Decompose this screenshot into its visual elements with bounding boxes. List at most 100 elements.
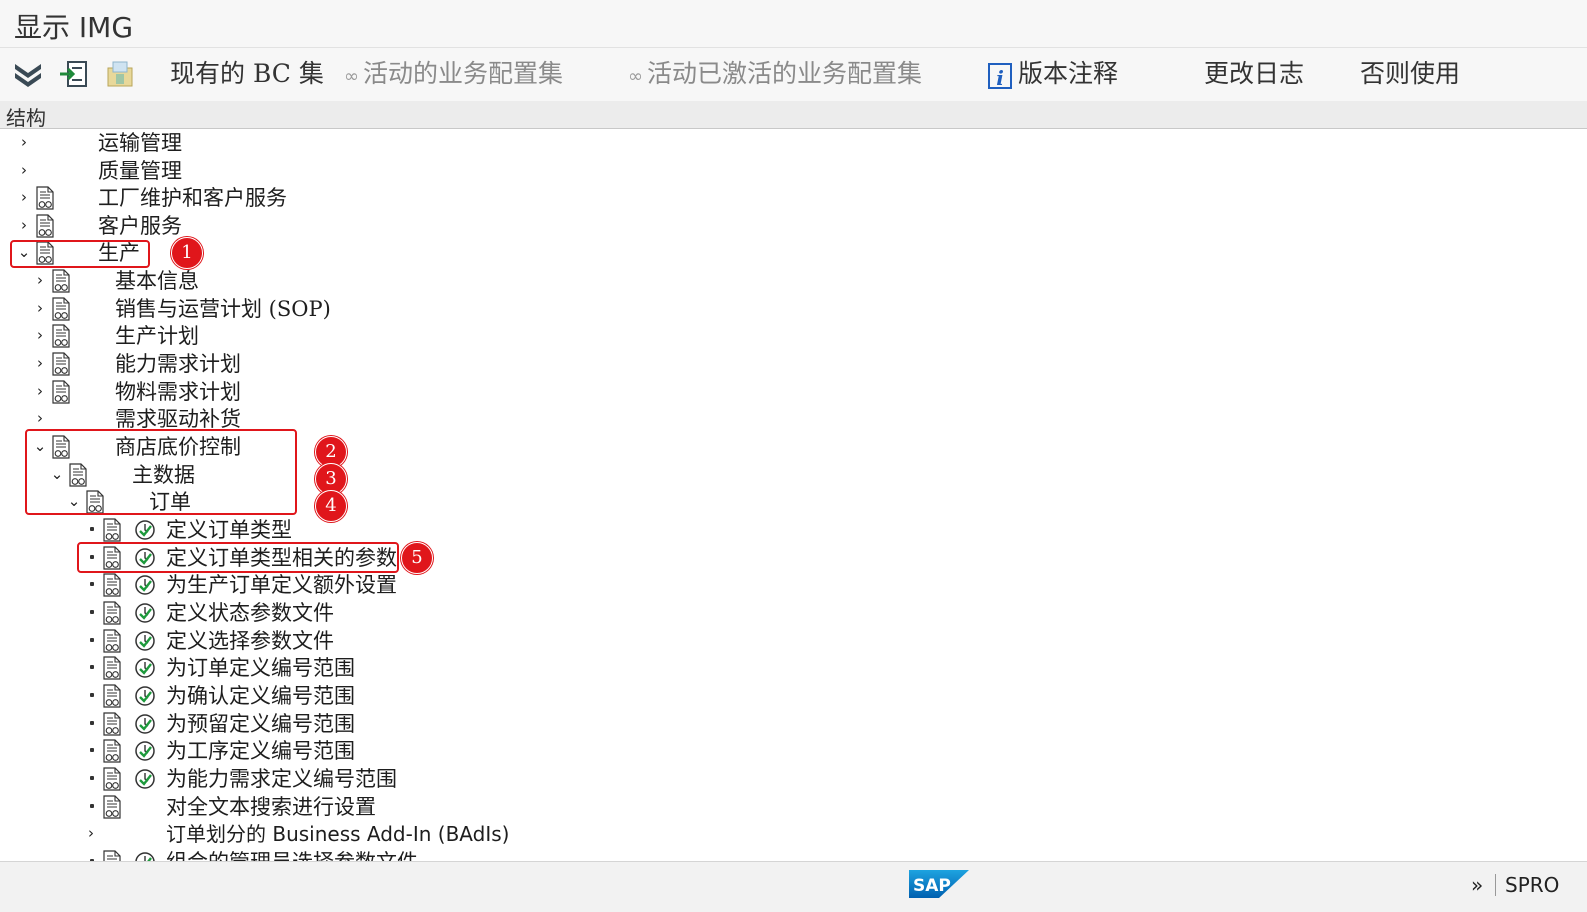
tree-leaf[interactable]: 对全文本搜索进行设置 (0, 794, 1587, 821)
execute-activity-icon[interactable] (134, 574, 156, 596)
double-chevron-down-icon[interactable] (12, 58, 44, 90)
tree-node[interactable]: › 订单划分的 Business Add-In (BAdIs) (0, 821, 1587, 848)
documentation-icon[interactable] (52, 352, 70, 376)
execute-activity-icon[interactable] (134, 851, 156, 861)
tree-leaf[interactable]: 定义选择参数文件 (0, 628, 1587, 655)
release-notes-button[interactable]: i 版本注释 (988, 58, 1118, 90)
tree-node-label: 运输管理 (98, 131, 182, 155)
chevron-right-icon[interactable]: › (33, 270, 47, 290)
execute-activity-icon[interactable] (134, 519, 156, 541)
tree-node-label: 为生产订单定义额外设置 (166, 573, 397, 597)
execute-activity-icon[interactable] (134, 630, 156, 652)
leaf-bullet (90, 776, 94, 780)
documentation-icon[interactable] (103, 712, 121, 736)
documentation-icon[interactable] (52, 297, 70, 321)
tree-leaf[interactable]: 为工序定义编号范围 (0, 738, 1587, 765)
tree-node[interactable]: › 生产计划 (0, 323, 1587, 350)
existing-bc-sets-button[interactable]: 现有的 BC 集 (170, 58, 324, 90)
documentation-icon[interactable] (103, 767, 121, 791)
chevron-right-icon[interactable]: › (33, 325, 47, 345)
chevron-right-icon[interactable]: › (33, 353, 47, 373)
active-bc-sets-button[interactable]: ∞ 活动的业务配置集 (344, 58, 563, 90)
documentation-icon[interactable] (103, 850, 121, 861)
tree-node-label: 对全文本搜索进行设置 (166, 795, 376, 819)
execute-activity-icon[interactable] (134, 740, 156, 762)
tree-leaf[interactable]: 为预留定义编号范围 (0, 711, 1587, 738)
documentation-icon[interactable] (103, 573, 121, 597)
where-used-button[interactable]: 否则使用 (1360, 58, 1460, 90)
tree-node[interactable]: › 工厂维护和客户服务 (0, 185, 1587, 212)
highlight-box-production (10, 240, 150, 268)
transport-icon[interactable] (104, 58, 136, 90)
documentation-icon[interactable] (103, 739, 121, 763)
tree-node[interactable]: › 客户服务 (0, 213, 1587, 240)
tree-node[interactable]: › 运输管理 (0, 130, 1587, 157)
chevron-right-icon[interactable]: › (84, 823, 98, 843)
activated-bc-sets-button[interactable]: ∞ 活动已激活的业务配置集 (628, 58, 922, 90)
documentation-icon[interactable] (36, 186, 54, 210)
tree-node-label: 定义订单类型 (166, 518, 292, 542)
tree-node-label: 质量管理 (98, 159, 182, 183)
execute-activity-icon[interactable] (134, 685, 156, 707)
tree-node-label: 组合的管理员选择参数文件 (166, 849, 418, 861)
chevron-right-icon[interactable]: › (17, 132, 31, 152)
leaf-bullet (90, 527, 94, 531)
execute-activity-icon[interactable] (134, 768, 156, 790)
documentation-icon[interactable] (103, 601, 121, 625)
structure-header-label: 结构 (6, 106, 46, 130)
chevron-right-icon[interactable]: › (33, 298, 47, 318)
tree-node-label: 基本信息 (115, 269, 199, 293)
tree-node-label: 工厂维护和客户服务 (98, 186, 287, 210)
tree-leaf[interactable]: 定义状态参数文件 (0, 600, 1587, 627)
execute-activity-icon[interactable] (134, 713, 156, 735)
tree-node[interactable]: › 质量管理 (0, 158, 1587, 185)
tree-node[interactable]: › 销售与运营计划 (SOP) (0, 296, 1587, 323)
leaf-bullet (90, 638, 94, 642)
status-separator (1495, 874, 1496, 896)
chevron-right-icon[interactable]: › (33, 381, 47, 401)
active-bc-sets-label: 活动的业务配置集 (363, 59, 564, 88)
application-toolbar: 现有的 BC 集 ∞ 活动的业务配置集 ∞ 活动已激活的业务配置集 i 版本注释 更改… (0, 47, 1587, 101)
structure-header: 结构 (0, 101, 1587, 130)
documentation-icon[interactable] (52, 380, 70, 404)
tree-leaf[interactable]: 为确认定义编号范围 (0, 683, 1587, 710)
documentation-icon[interactable] (103, 684, 121, 708)
leaf-bullet (90, 693, 94, 697)
status-bar: SAP » SPRO (0, 861, 1587, 912)
change-log-button[interactable]: 更改日志 (1204, 58, 1304, 90)
tree-node[interactable]: › 基本信息 (0, 268, 1587, 295)
documentation-icon[interactable] (103, 629, 121, 653)
tree-leaf[interactable]: 为订单定义编号范围 (0, 655, 1587, 682)
execute-activity-icon[interactable] (134, 657, 156, 679)
leaf-bullet (90, 748, 94, 752)
documentation-icon[interactable] (103, 518, 121, 542)
tree-node-label: 生产计划 (115, 324, 199, 348)
tree-leaf[interactable]: 定义订单类型 (0, 517, 1587, 544)
documentation-icon[interactable] (36, 214, 54, 238)
info-icon: i (988, 62, 1012, 90)
tree-node-label: 订单划分的 Business Add-In (BAdIs) (166, 822, 510, 846)
tree-leaf[interactable]: 为能力需求定义编号范围 (0, 766, 1587, 793)
chevron-right-icon[interactable]: › (17, 160, 31, 180)
glasses-icon: ∞ (628, 66, 643, 87)
tree-leaf[interactable]: 为生产订单定义额外设置 (0, 572, 1587, 599)
chevron-right-icon[interactable]: › (17, 187, 31, 207)
glasses-icon: ∞ (344, 66, 359, 87)
tree-leaf[interactable]: 组合的管理员选择参数文件 (0, 849, 1587, 861)
chevron-right-icon[interactable]: › (33, 408, 47, 428)
documentation-icon[interactable] (103, 656, 121, 680)
documentation-icon[interactable] (103, 795, 121, 819)
tree-node-label: 为订单定义编号范围 (166, 656, 355, 680)
tree-node[interactable]: ⌄ 生产 (0, 240, 1587, 267)
leaf-bullet (90, 582, 94, 586)
documentation-icon[interactable] (52, 324, 70, 348)
step-marker-5: 5 (401, 542, 433, 574)
import-icon[interactable] (58, 58, 90, 90)
tree-node[interactable]: › 物料需求计划 (0, 379, 1587, 406)
execute-activity-icon[interactable] (134, 602, 156, 624)
chevron-right-icon[interactable]: › (17, 215, 31, 235)
documentation-icon[interactable] (52, 269, 70, 293)
highlight-box-order-path (25, 429, 297, 515)
more-icon[interactable]: » (1471, 873, 1483, 897)
tree-node[interactable]: › 能力需求计划 (0, 351, 1587, 378)
